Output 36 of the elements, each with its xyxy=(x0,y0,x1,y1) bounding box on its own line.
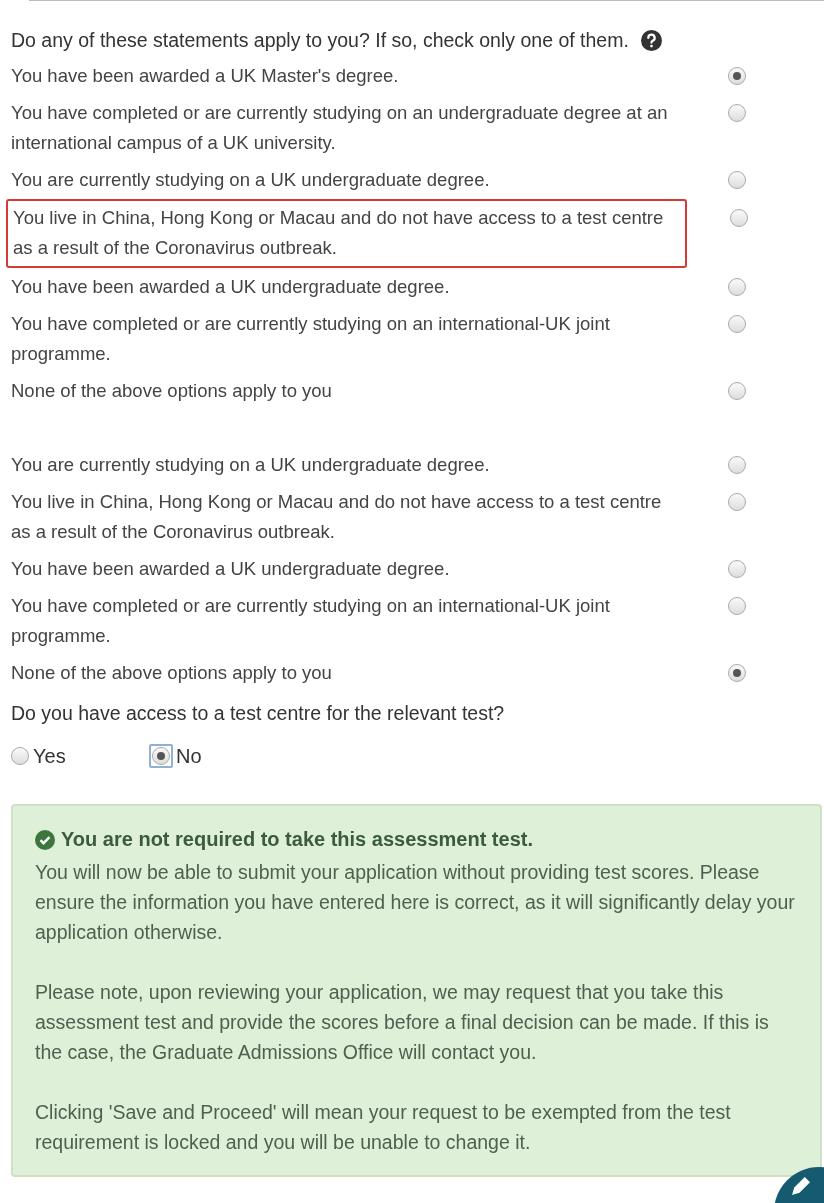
option-label: No xyxy=(176,744,202,768)
option-label: None of the above options apply to you xyxy=(11,379,333,403)
option-label: You are currently studying on a UK undergraduate degree. xyxy=(11,168,491,192)
radio-button[interactable] xyxy=(728,278,746,296)
radio-button[interactable] xyxy=(728,315,746,333)
radio-button[interactable] xyxy=(152,747,170,765)
option-label: You have been awarded a UK undergraduate degree. xyxy=(11,275,451,299)
radio-button[interactable] xyxy=(728,382,746,400)
radio-button[interactable] xyxy=(728,456,746,474)
alert-text: Clicking 'Save and Proceed' will mean your request to be exempted from the test requirement is locked and you will be unable to change it. xyxy=(35,1100,732,1155)
option-label: You have been awarded a UK Master's degree. xyxy=(11,64,400,88)
help-icon[interactable] xyxy=(640,29,662,51)
radio-button[interactable] xyxy=(728,664,746,682)
option-label: You have completed or are currently studying on an undergraduate degree at an international campus of a UK university. xyxy=(11,101,669,155)
radio-button[interactable] xyxy=(728,560,746,578)
option-label: You have been awarded a UK undergraduate degree. xyxy=(11,557,451,581)
alert-text: You will now be able to submit your application without providing test scores. Please ensure the information you have entered here is correct, as it will significantly delay your application otherwise. xyxy=(35,860,796,945)
radio-button[interactable] xyxy=(728,67,746,85)
option-label: You live in China, Hong Kong or Macau and do not have access to a test centre as a result of the Coronavirus outbreak. xyxy=(11,490,663,544)
option-label: Yes xyxy=(33,744,66,768)
alert-text: Please note, upon reviewing your application, we may request that you take this assessment test and provide the scores before a final decision can be made. If this is the case, the Graduate Admissions Office will contact you. xyxy=(35,980,770,1065)
option-label: You have completed or are currently studying on an international-UK joint programme. xyxy=(11,312,611,366)
radio-button[interactable] xyxy=(11,747,29,765)
radio-button[interactable] xyxy=(730,209,748,227)
option-label: You live in China, Hong Kong or Macau and do not have access to a test centre as a result of the Coronavirus outbreak. xyxy=(13,206,665,260)
radio-button[interactable] xyxy=(728,597,746,615)
option-label: None of the above options apply to you xyxy=(11,661,333,685)
question-text: Do you have access to a test centre for the relevant test? xyxy=(11,701,506,726)
radio-button[interactable] xyxy=(728,104,746,122)
option-label: You are currently studying on a UK undergraduate degree. xyxy=(11,453,491,477)
alert-title: You are not required to take this assessment test. xyxy=(61,828,533,851)
radio-button[interactable] xyxy=(728,171,746,189)
radio-button[interactable] xyxy=(728,493,746,511)
question-text: Do any of these statements apply to you? If so, check only one of them. xyxy=(11,28,629,52)
option-label: You have completed or are currently studying on an international-UK joint programme. xyxy=(11,594,611,648)
check-circle-icon xyxy=(35,829,55,850)
